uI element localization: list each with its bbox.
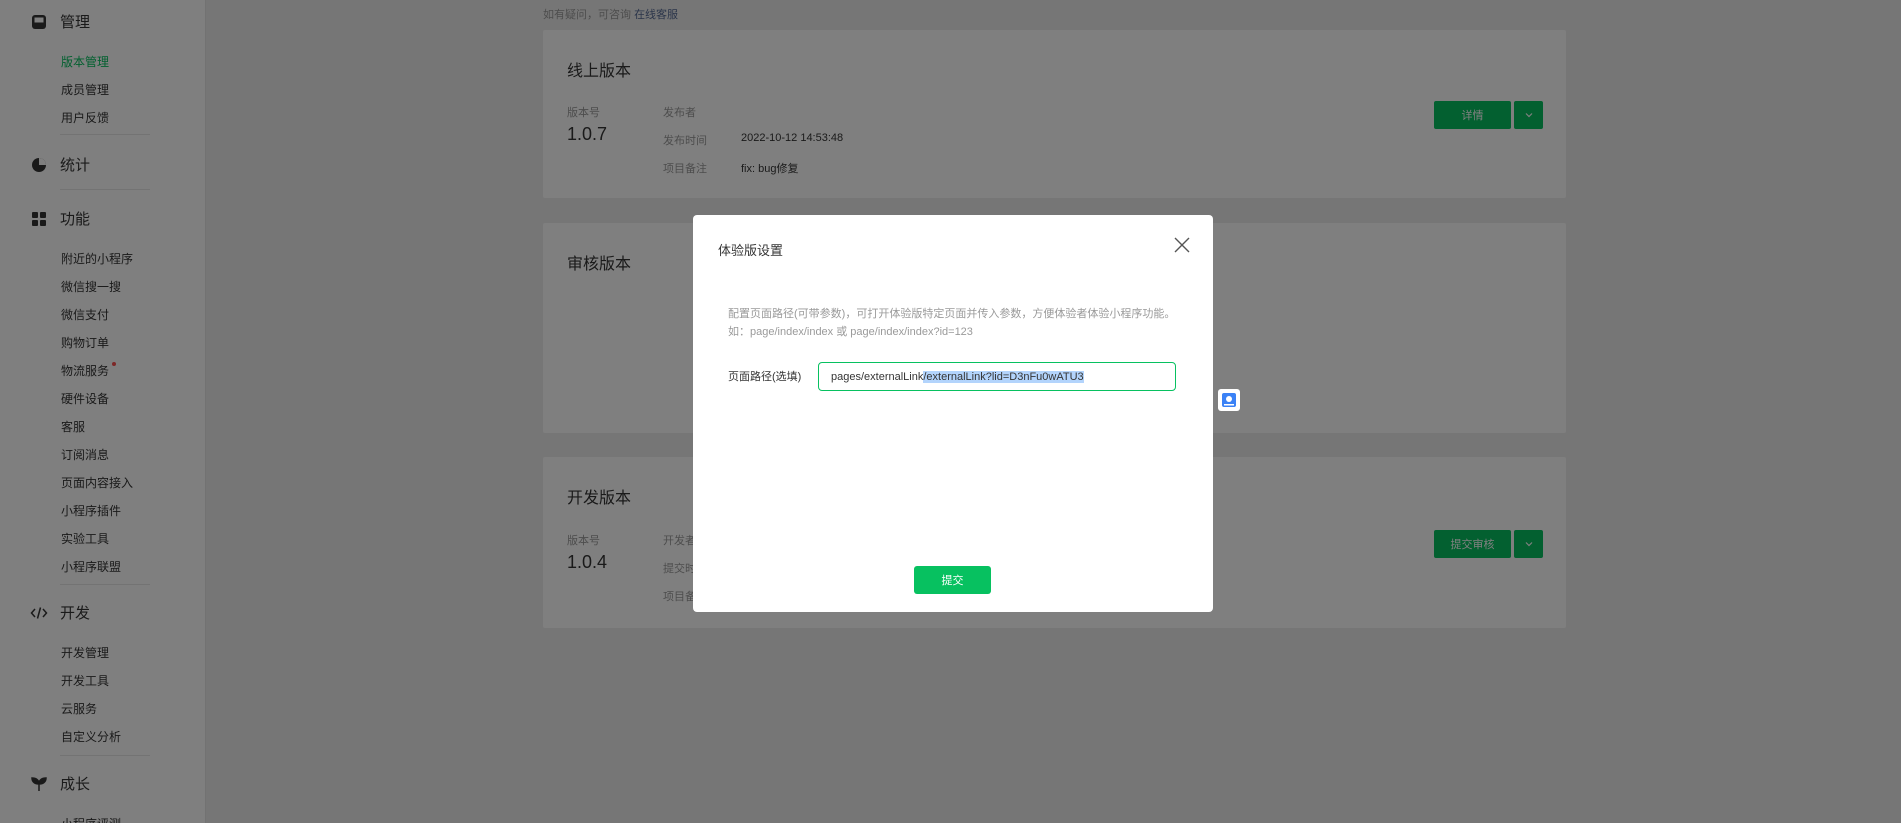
submit-button[interactable]: 提交 (914, 566, 991, 594)
dialog-description: 配置页面路径(可带参数)，可打开体验版特定页面并传入参数，方便体验者体验小程序功… (728, 308, 1176, 338)
dialog-title: 体验版设置 (718, 243, 784, 258)
input-text: pages/externalLink (831, 370, 924, 383)
page-path-input[interactable]: pages/externalLink/externalLink?lid=D3nF… (818, 362, 1176, 391)
close-icon[interactable] (1171, 234, 1193, 256)
translate-extension-icon[interactable] (1218, 389, 1240, 411)
trial-version-settings-dialog: 体验版设置 配置页面路径(可带参数)，可打开体验版特定页面并传入参数，方便体验者… (693, 215, 1213, 612)
path-label: 页面路径(选填) (728, 371, 802, 383)
input-selected-text: /externalLink?lid=D3nFu0wATU3 (923, 370, 1084, 383)
